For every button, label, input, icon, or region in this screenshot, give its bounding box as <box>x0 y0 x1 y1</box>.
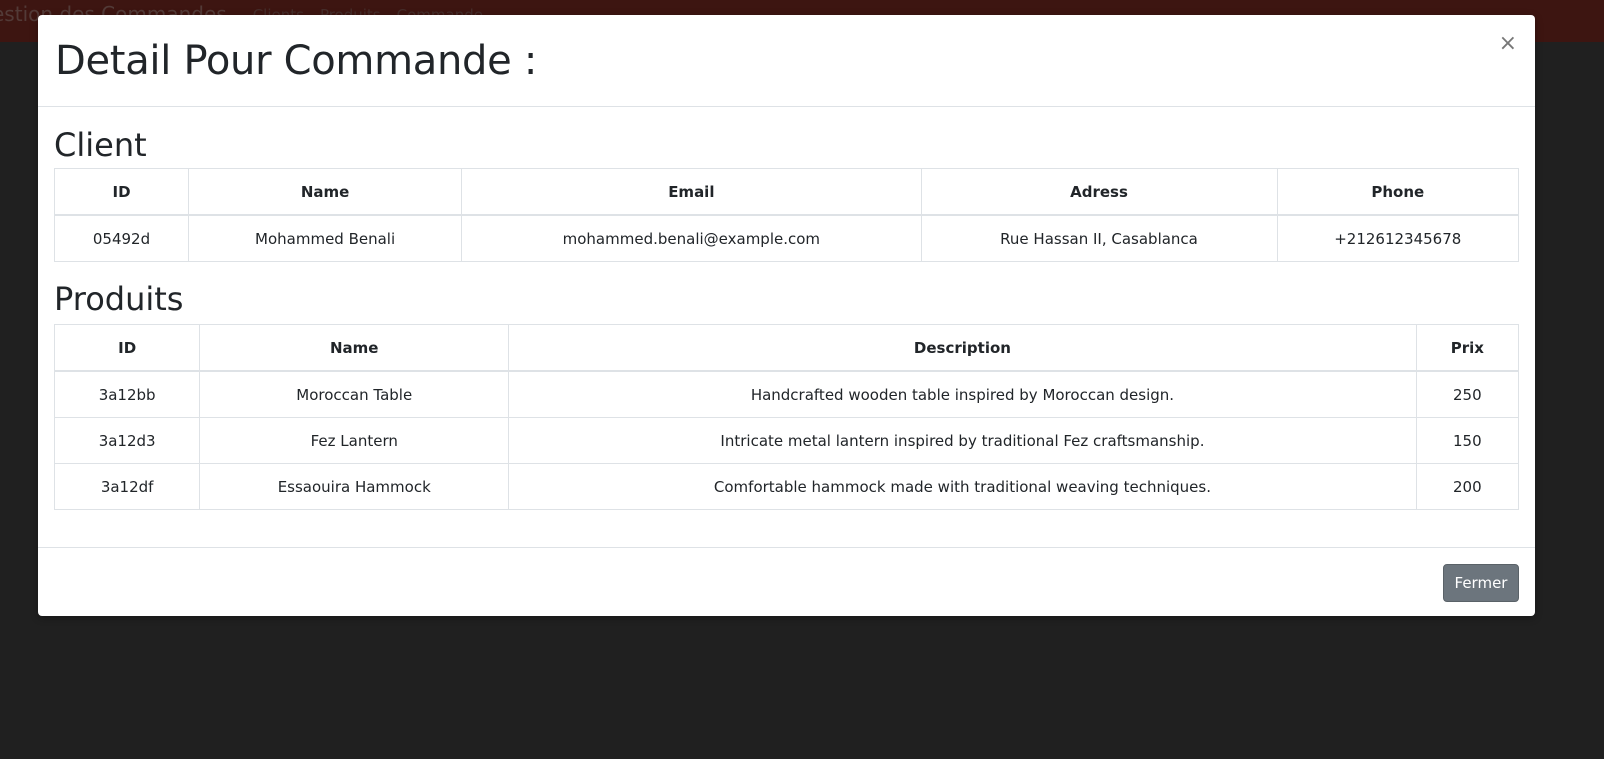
client-id-cell: 05492d <box>53 214 190 262</box>
client-adress-cell: Rue Hassan II, Casablanca <box>920 214 1278 262</box>
product-description-cell: Handcrafted wooden table inspired by Mor… <box>508 370 1417 418</box>
table-row: 05492d Mohammed Benali mohammed.benali@e… <box>53 214 1520 262</box>
client-phone-cell: +212612345678 <box>1276 214 1520 262</box>
client-section-title: Client <box>54 126 147 164</box>
column-header-email: Email <box>461 168 922 216</box>
products-section-title: Produits <box>54 280 184 318</box>
fermer-button[interactable]: Fermer <box>1443 564 1519 602</box>
product-id-cell: 3a12bb <box>53 370 201 418</box>
product-price-cell: 150 <box>1415 417 1520 464</box>
column-header-phone: Phone <box>1276 168 1520 216</box>
product-id-cell: 3a12d3 <box>53 417 201 464</box>
product-price-cell: 200 <box>1415 463 1520 510</box>
product-description-cell: Intricate metal lantern inspired by trad… <box>508 417 1417 464</box>
close-icon[interactable]: × <box>1499 33 1517 55</box>
client-name-cell: Mohammed Benali <box>188 214 463 262</box>
product-name-cell: Moroccan Table <box>199 370 510 418</box>
modal-footer: Fermer <box>38 547 1535 616</box>
table-header-row: ID Name Description Prix <box>53 324 1520 372</box>
product-price-cell: 250 <box>1415 370 1520 418</box>
column-header-adress: Adress <box>920 168 1278 216</box>
modal-body: Client ID Name Email Adress Phone 05492d… <box>38 126 1535 510</box>
table-row: 3a12d3 Fez Lantern Intricate metal lante… <box>53 417 1520 464</box>
product-name-cell: Essaouira Hammock <box>199 463 510 510</box>
column-header-description: Description <box>508 324 1417 372</box>
product-id-cell: 3a12df <box>53 463 201 510</box>
column-header-name: Name <box>199 324 510 372</box>
column-header-id: ID <box>53 168 190 216</box>
column-header-id: ID <box>53 324 201 372</box>
table-header-row: ID Name Email Adress Phone <box>53 168 1520 216</box>
client-table: ID Name Email Adress Phone 05492d Mohamm… <box>53 168 1520 262</box>
column-header-prix: Prix <box>1415 324 1520 372</box>
client-email-cell: mohammed.benali@example.com <box>461 214 922 262</box>
products-table: ID Name Description Prix 3a12bb Moroccan… <box>53 324 1520 510</box>
product-name-cell: Fez Lantern <box>199 417 510 464</box>
modal-header: Detail Pour Commande : × <box>38 15 1535 107</box>
order-detail-modal: Detail Pour Commande : × Client ID Name … <box>38 15 1535 616</box>
table-row: 3a12bb Moroccan Table Handcrafted wooden… <box>53 370 1520 418</box>
modal-title: Detail Pour Commande : <box>55 38 538 84</box>
column-header-name: Name <box>188 168 463 216</box>
table-row: 3a12df Essaouira Hammock Comfortable ham… <box>53 463 1520 510</box>
product-description-cell: Comfortable hammock made with traditiona… <box>508 463 1417 510</box>
